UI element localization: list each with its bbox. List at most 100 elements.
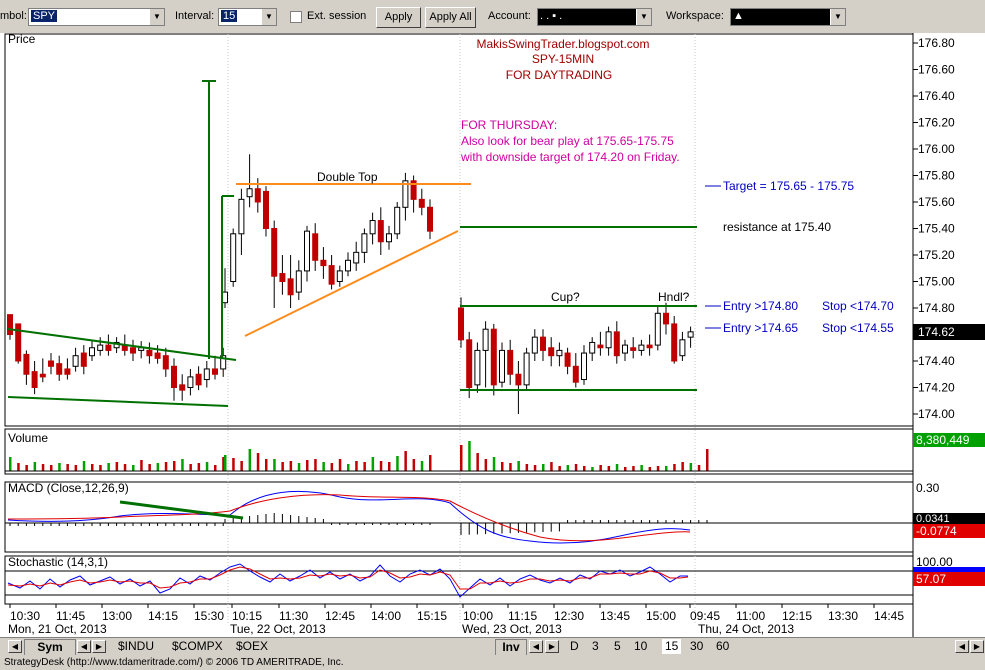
workspace-combo[interactable]: ▲ ▼ xyxy=(730,8,846,26)
stock-chart[interactable]: 176.80 176.60 176.40 176.20 176.00 175.80 175.… xyxy=(0,33,985,637)
volume-bar xyxy=(338,459,342,471)
chevron-down-icon[interactable]: ▼ xyxy=(830,9,845,25)
time-tick-label: 13:30 xyxy=(828,609,858,623)
time-tick-label: 15:15 xyxy=(417,609,447,623)
volume-bar xyxy=(281,462,284,471)
volume-bar xyxy=(509,463,512,471)
nav-left-icon[interactable]: ◀ xyxy=(8,640,22,653)
candle xyxy=(212,368,218,375)
volume-bar xyxy=(517,461,520,471)
volume-bar xyxy=(583,466,586,471)
candle xyxy=(222,291,228,304)
bottom-tab-bar: ◀ Sym ◀ ▶ $INDU $COMPX $OEX Inv ◀ ▶ D 3 … xyxy=(0,637,985,656)
macd-tick: 0.30 xyxy=(916,481,940,495)
ext-session-checkbox[interactable] xyxy=(290,11,302,23)
volume-bar xyxy=(574,464,578,471)
candle xyxy=(353,251,360,264)
account-combo[interactable]: . . ▪ . ▼ xyxy=(537,8,652,26)
nav-next-icon[interactable]: ▶ xyxy=(92,640,106,653)
nav-prev-icon[interactable]: ◀ xyxy=(529,640,543,653)
volume-bar xyxy=(33,462,37,471)
apply-all-button[interactable]: Apply All xyxy=(425,7,476,28)
tab-compx[interactable]: $COMPX xyxy=(172,639,223,654)
candle xyxy=(369,220,376,235)
candle xyxy=(238,198,245,235)
inv-tab[interactable]: Inv xyxy=(495,639,527,656)
entry1-label: Entry >174.80 xyxy=(723,299,798,313)
period-tab-30[interactable]: 30 xyxy=(690,639,703,654)
period-tab-10[interactable]: 10 xyxy=(634,639,647,654)
stoch-value: 57.07 xyxy=(916,572,946,586)
chevron-down-icon[interactable]: ▼ xyxy=(261,9,276,25)
volume-bar xyxy=(41,464,45,471)
candle xyxy=(287,278,294,296)
period-tab-3[interactable]: 3 xyxy=(592,639,599,654)
volume-bar xyxy=(214,465,217,471)
candle xyxy=(130,347,136,354)
status-bar: StrategyDesk (http://www.tdameritrade.co… xyxy=(0,655,985,670)
candle xyxy=(507,349,514,375)
period-tab-60[interactable]: 60 xyxy=(716,639,729,654)
volume-bar xyxy=(91,464,94,471)
candle xyxy=(564,352,571,367)
candle xyxy=(418,198,425,208)
ext-session-label: Ext. session xyxy=(307,10,367,22)
chevron-down-icon[interactable]: ▼ xyxy=(636,9,651,25)
candle xyxy=(230,233,237,283)
volume-bar xyxy=(501,462,504,471)
volume-bar xyxy=(396,456,399,471)
candle xyxy=(336,270,343,282)
apply-button[interactable]: Apply xyxy=(376,7,421,28)
scroll-left-icon[interactable]: ◀ xyxy=(955,640,969,653)
candle xyxy=(246,188,253,198)
volume-bar xyxy=(25,465,28,471)
volume-bar xyxy=(330,463,334,471)
account-label: Account: xyxy=(488,10,531,22)
time-tick-label: 15:00 xyxy=(646,609,676,623)
stop2-label: Stop <174.55 xyxy=(822,321,894,335)
candle xyxy=(654,312,661,346)
workspace-value: ▲ xyxy=(733,10,744,22)
volume-bar xyxy=(140,460,143,471)
candle xyxy=(39,373,46,378)
scroll-right-icon[interactable]: ▶ xyxy=(970,640,984,653)
time-tick-label: 12:45 xyxy=(325,609,355,623)
price-tick-label: 174.20 xyxy=(918,381,955,395)
volume-bar xyxy=(181,459,184,471)
nav-prev-icon[interactable]: ◀ xyxy=(77,640,91,653)
time-tick-label: 14:45 xyxy=(874,609,904,623)
period-tab-d[interactable]: D xyxy=(570,639,579,654)
candle xyxy=(589,341,596,354)
period-tab-5[interactable]: 5 xyxy=(614,639,621,654)
candle xyxy=(679,339,686,357)
volume-bar xyxy=(468,441,471,471)
candle xyxy=(279,273,286,283)
account-value: . . ▪ . xyxy=(540,10,563,22)
candle xyxy=(64,368,71,375)
candle xyxy=(482,328,489,351)
candle xyxy=(499,349,505,383)
volume-bar xyxy=(148,464,151,471)
volume-bar xyxy=(99,465,102,471)
period-tab-15[interactable]: 15 xyxy=(662,639,682,654)
interval-combo[interactable]: 15 ▼ xyxy=(218,8,277,26)
volume-bar xyxy=(256,453,260,471)
symbol-combo[interactable]: SPY ▼ xyxy=(28,8,165,26)
candle xyxy=(466,339,473,388)
stoch-tick: 100.00 xyxy=(916,555,953,569)
volume-bar xyxy=(164,462,168,471)
volume-bar xyxy=(615,464,619,471)
candle xyxy=(72,355,79,367)
tab-oex[interactable]: $OEX xyxy=(236,639,268,654)
price-panel-title: Price xyxy=(8,33,36,46)
candle xyxy=(361,233,368,253)
nav-next-icon[interactable]: ▶ xyxy=(545,640,559,653)
sym-tab[interactable]: Sym xyxy=(24,639,76,656)
chevron-down-icon[interactable]: ▼ xyxy=(149,9,164,25)
volume-value: 8,380,449 xyxy=(916,433,970,447)
candle xyxy=(377,220,384,243)
candle xyxy=(540,336,546,351)
candle xyxy=(515,373,522,386)
tab-indu[interactable]: $INDU xyxy=(118,639,154,654)
candle xyxy=(320,259,327,267)
